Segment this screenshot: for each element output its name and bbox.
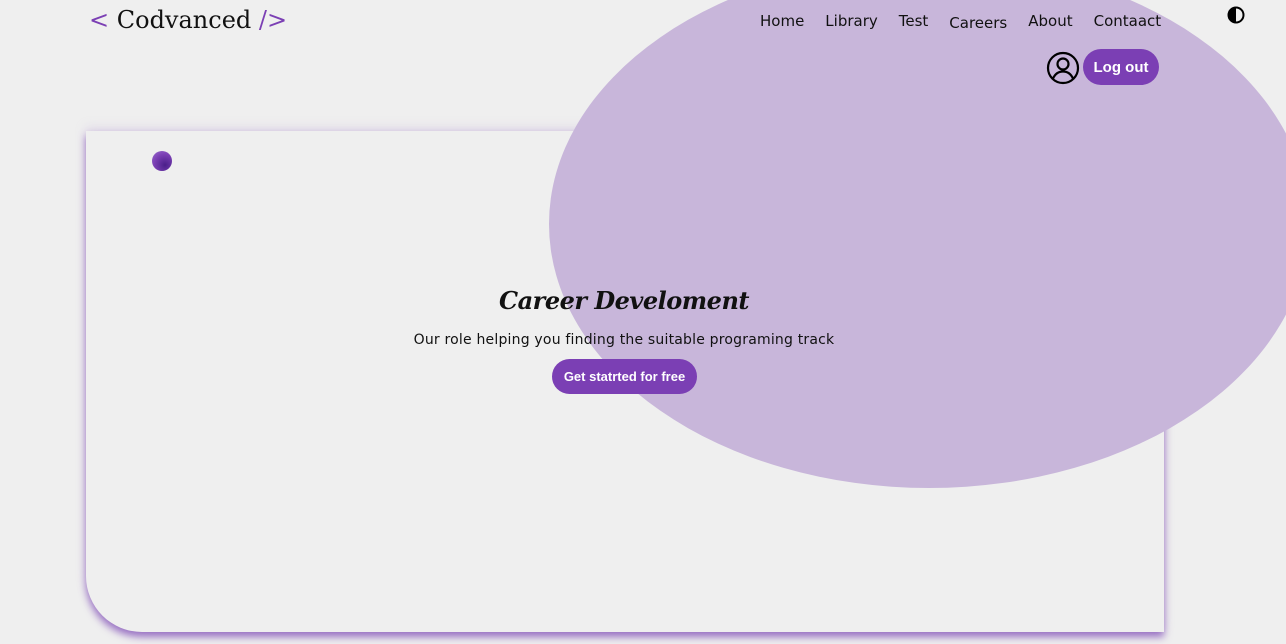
logo-name: Codvanced bbox=[116, 6, 252, 34]
nav-library[interactable]: Library bbox=[825, 10, 877, 32]
nav-home[interactable]: Home bbox=[760, 10, 804, 32]
main-nav: Home Library Test Careers About Contaact bbox=[760, 10, 1161, 32]
hero-title: Career Develoment bbox=[499, 286, 749, 315]
nav-about[interactable]: About bbox=[1028, 10, 1072, 32]
logo-close-bracket: /> bbox=[258, 6, 288, 34]
hero-subtitle: Our role helping you finding the suitabl… bbox=[413, 332, 835, 348]
content-overlay: < Codvanced /> Home Library Test Careers… bbox=[0, 0, 1286, 644]
user-circle-icon[interactable] bbox=[1046, 51, 1080, 85]
nav-test[interactable]: Test bbox=[899, 10, 929, 32]
page: < Codvanced /> Home Library Test Careers… bbox=[0, 0, 1286, 644]
get-started-button[interactable]: Get statrted for free bbox=[552, 359, 697, 394]
logo-open-bracket: < bbox=[89, 6, 110, 34]
decorative-dot bbox=[152, 151, 172, 171]
site-logo[interactable]: < Codvanced /> bbox=[89, 4, 287, 36]
nav-contact[interactable]: Contaact bbox=[1094, 10, 1162, 32]
logout-button[interactable]: Log out bbox=[1083, 49, 1159, 85]
contrast-icon[interactable] bbox=[1227, 6, 1245, 24]
nav-careers[interactable]: Careers bbox=[949, 12, 1007, 34]
